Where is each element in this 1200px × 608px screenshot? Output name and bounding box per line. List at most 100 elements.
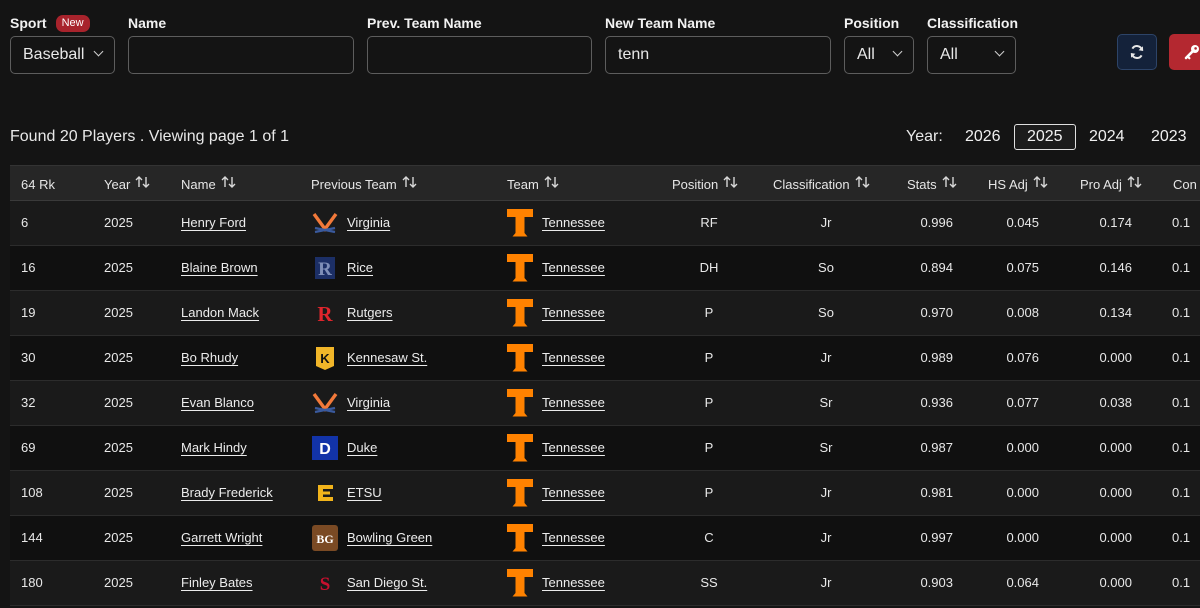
- player-name-link[interactable]: Mark Hindy: [181, 426, 247, 470]
- cell-text: Jr: [820, 575, 832, 590]
- cell-text: 0.000: [1006, 485, 1039, 500]
- cell-text: 16: [21, 260, 36, 275]
- cell-rk: 6: [21, 201, 28, 245]
- table-header: 64 Rk Year Name Previous Team Team Posit…: [10, 165, 1200, 201]
- team-link[interactable]: Tennessee: [542, 336, 605, 380]
- sport-label: Sport: [10, 15, 47, 31]
- player-name-link[interactable]: Brady Frederick: [181, 471, 273, 515]
- year-option-2025[interactable]: 2025: [1013, 124, 1076, 150]
- previous-team-link[interactable]: San Diego St.: [347, 561, 427, 605]
- chevron-down-icon: [994, 46, 1005, 57]
- tennessee-logo-icon: [506, 344, 534, 372]
- player-name-link[interactable]: Evan Blanco: [181, 381, 254, 425]
- col-header-stats[interactable]: Stats: [907, 166, 958, 202]
- key-button[interactable]: [1169, 34, 1200, 70]
- refresh-button[interactable]: [1117, 34, 1157, 70]
- team-link[interactable]: Tennessee: [542, 516, 605, 560]
- sort-icon: [402, 167, 418, 202]
- player-name-link[interactable]: Bo Rhudy: [181, 336, 238, 380]
- cell-rk: 180: [21, 561, 43, 605]
- cell-name: Landon Mack: [181, 291, 259, 335]
- previous-team-link[interactable]: Rice: [347, 246, 373, 290]
- cell-text: 0.174: [1099, 215, 1132, 230]
- cell-pos: P: [672, 471, 746, 515]
- position-select[interactable]: All: [844, 36, 914, 74]
- tennessee-logo-icon: [506, 389, 534, 417]
- year-option-2023[interactable]: 2023: [1138, 124, 1200, 150]
- cell-text: 0.1: [1172, 395, 1191, 410]
- position-filter: Position All: [844, 14, 914, 74]
- cell-pos: P: [672, 381, 746, 425]
- col-header-classification[interactable]: Classification: [773, 166, 871, 202]
- previous-team-link[interactable]: Duke: [347, 426, 377, 470]
- previous-team-link[interactable]: Virginia: [347, 381, 390, 425]
- cell-year: 2025: [104, 381, 133, 425]
- col-header-position[interactable]: Position: [672, 166, 739, 202]
- cell-text: 0.064: [1006, 575, 1039, 590]
- col-header-hs-adj[interactable]: HS Adj: [988, 166, 1049, 202]
- sort-icon: [942, 167, 958, 202]
- previous-team-link[interactable]: ETSU: [347, 471, 382, 515]
- cell-text: 0.134: [1099, 305, 1132, 320]
- cell-team: Tennessee: [506, 246, 605, 290]
- col-header-con[interactable]: Con: [1173, 166, 1197, 202]
- previous-team-link[interactable]: Rutgers: [347, 291, 393, 335]
- cell-text: 0.045: [1006, 215, 1039, 230]
- col-header-pro-adj[interactable]: Pro Adj: [1080, 166, 1143, 202]
- cell-text: So: [818, 260, 834, 275]
- cell-con: 0.1: [1172, 246, 1190, 290]
- svg-text:S: S: [320, 574, 331, 595]
- player-name-link[interactable]: Landon Mack: [181, 291, 259, 335]
- cell-text: 0.903: [920, 575, 953, 590]
- player-name-link[interactable]: Henry Ford: [181, 201, 246, 245]
- team-link[interactable]: Tennessee: [542, 426, 605, 470]
- classification-select[interactable]: All: [927, 36, 1016, 74]
- cell-text: 2025: [104, 575, 133, 590]
- team-link[interactable]: Tennessee: [542, 201, 605, 245]
- cell-pos: RF: [672, 201, 746, 245]
- col-header-year[interactable]: Year: [104, 166, 151, 202]
- year-option-2024[interactable]: 2024: [1076, 124, 1138, 150]
- cell-con: 0.1: [1172, 426, 1190, 470]
- cell-hs: 0.000: [980, 471, 1039, 515]
- cell-name: Mark Hindy: [181, 426, 247, 470]
- kennesaw-logo-icon: K: [311, 344, 339, 372]
- new-team-input[interactable]: [605, 36, 831, 74]
- cell-text: 108: [21, 485, 43, 500]
- cell-text: 0.038: [1099, 395, 1132, 410]
- prev-team-input[interactable]: [367, 36, 592, 74]
- player-name-link[interactable]: Blaine Brown: [181, 246, 258, 290]
- cell-cls: Sr: [773, 426, 879, 470]
- sport-select-value: Baseball: [23, 46, 85, 63]
- cell-text: 0.000: [1099, 350, 1132, 365]
- previous-team-link[interactable]: Virginia: [347, 201, 390, 245]
- team-link[interactable]: Tennessee: [542, 291, 605, 335]
- team-link[interactable]: Tennessee: [542, 381, 605, 425]
- team-link[interactable]: Tennessee: [542, 561, 605, 605]
- name-input[interactable]: [128, 36, 354, 74]
- table-row: 144 2025 Garrett Wright BG Bowling Green Tenn…: [10, 516, 1200, 561]
- player-name-link[interactable]: Finley Bates: [181, 561, 253, 605]
- year-option-2026[interactable]: 2026: [952, 124, 1014, 150]
- players-table: 64 Rk Year Name Previous Team Team Posit…: [10, 165, 1200, 606]
- col-header-previous-team[interactable]: Previous Team: [311, 166, 418, 202]
- cell-year: 2025: [104, 336, 133, 380]
- team-link[interactable]: Tennessee: [542, 471, 605, 515]
- cell-text: 144: [21, 530, 43, 545]
- cell-name: Brady Frederick: [181, 471, 273, 515]
- cell-name: Evan Blanco: [181, 381, 254, 425]
- sport-select[interactable]: Baseball: [10, 36, 115, 74]
- player-name-link[interactable]: Garrett Wright: [181, 516, 262, 560]
- col-header-team[interactable]: Team: [507, 166, 560, 202]
- refresh-icon: [1130, 45, 1144, 59]
- cell-pro: 0.038: [1072, 381, 1132, 425]
- col-header-rank[interactable]: 64 Rk: [21, 166, 55, 202]
- cell-text: 2025: [104, 260, 133, 275]
- cell-text: 0.936: [920, 395, 953, 410]
- previous-team-link[interactable]: Bowling Green: [347, 516, 432, 560]
- team-link[interactable]: Tennessee: [542, 246, 605, 290]
- cell-con: 0.1: [1172, 336, 1190, 380]
- previous-team-link[interactable]: Kennesaw St.: [347, 336, 427, 380]
- col-header-name[interactable]: Name: [181, 166, 237, 202]
- cell-text: So: [818, 305, 834, 320]
